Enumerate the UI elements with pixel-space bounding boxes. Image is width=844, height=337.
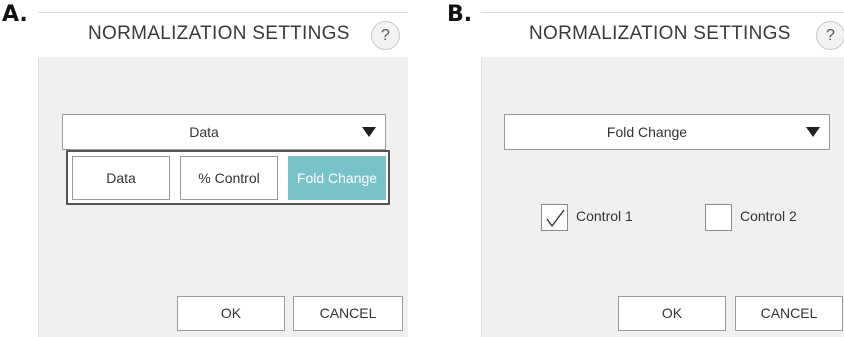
normalization-dropdown[interactable]: Fold Change [504,114,830,150]
dialog-body: Data Data % Control Fold Change OK CANCE… [38,57,408,337]
ok-button[interactable]: OK [618,296,726,331]
dropdown-value: Data [189,124,219,140]
dropdown-value: Fold Change [606,124,688,140]
control-2-checkbox[interactable] [705,204,732,231]
question-mark-icon: ? [381,27,390,44]
dialog-title: NORMALIZATION SETTINGS [88,23,350,44]
cancel-button[interactable]: CANCEL [735,296,843,331]
help-button[interactable]: ? [371,21,400,50]
dialog-title: NORMALIZATION SETTINGS [529,23,791,44]
panel-label-b: B. [447,2,473,27]
caret-down-icon [362,127,376,137]
control-2-label: Control 2 [740,208,797,224]
dropdown-options-panel: Data % Control Fold Change [66,150,390,205]
control-1-checkbox[interactable] [541,204,568,231]
ok-button[interactable]: OK [177,296,285,331]
option-fold-change[interactable]: Fold Change [288,156,386,200]
panel-label-a: A. [2,2,28,27]
caret-down-icon [806,127,820,137]
option-data[interactable]: Data [72,156,170,200]
cancel-button[interactable]: CANCEL [293,296,403,331]
help-button[interactable]: ? [816,21,844,50]
normalization-dropdown[interactable]: Data [62,114,386,150]
dialog-header: NORMALIZATION SETTINGS ? [481,12,844,58]
checkmark-icon [546,209,565,228]
dialog-header: NORMALIZATION SETTINGS ? [38,12,408,58]
normalization-dialog-a: NORMALIZATION SETTINGS ? Data Data % Con… [38,12,408,337]
normalization-dialog-b: NORMALIZATION SETTINGS ? Fold Change Con… [481,12,844,337]
question-mark-icon: ? [826,27,835,44]
option-percent-control[interactable]: % Control [180,156,278,200]
dialog-body: Fold Change Control 1 Control 2 OK CANCE… [481,57,844,337]
control-1-label: Control 1 [576,208,633,224]
